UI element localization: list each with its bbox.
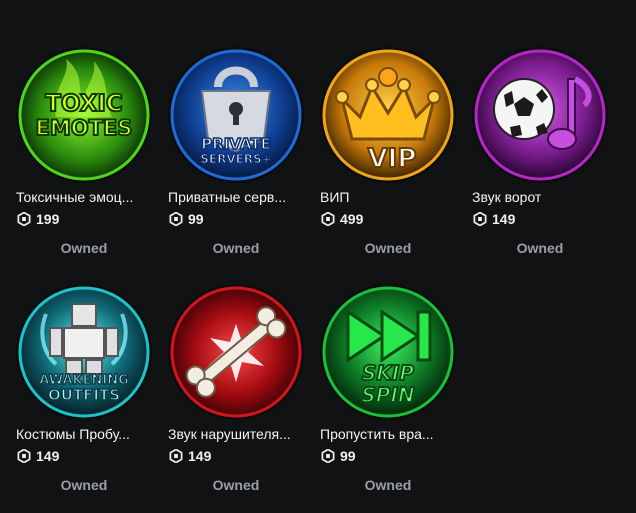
skip-spin-icon[interactable]: SKIP SPIN [320, 284, 456, 420]
price-value: 99 [188, 211, 204, 227]
gamepass-grid: TOXIC EMOTES Токсичные эмоц... 199 Owned [0, 0, 636, 513]
private-servers-icon-text-2: SERVERS+ [200, 152, 272, 166]
robux-icon [17, 212, 31, 226]
toxic-emotes-icon-text-2: EMOTES [36, 116, 133, 140]
price-value: 99 [340, 448, 356, 464]
foul-sound-bone-icon[interactable] [168, 284, 304, 420]
owned-status: Owned [364, 477, 412, 493]
gamepass-card-foul-sound[interactable]: Звук нарушителя... 149 Owned [168, 284, 310, 504]
gamepass-name[interactable]: Токсичные эмоц... [16, 189, 154, 205]
owned-status: Owned [212, 240, 260, 256]
price-row: 149 [17, 447, 59, 465]
price-value: 149 [492, 211, 516, 227]
price-row: 199 [17, 210, 59, 228]
owned-status: Owned [364, 240, 412, 256]
gamepass-card-goal-sound[interactable]: Звук ворот 149 Owned [472, 47, 614, 267]
robux-icon [17, 449, 31, 463]
robux-icon [169, 212, 183, 226]
price-row: 149 [169, 447, 211, 465]
private-servers-icon[interactable]: PRIVATE SERVERS+ [168, 47, 304, 183]
gamepass-name[interactable]: Костюмы Пробу... [16, 426, 154, 442]
price-row: 499 [321, 210, 363, 228]
skip-spin-icon-text-2: SPIN [361, 383, 415, 407]
robux-icon [473, 212, 487, 226]
price-value: 199 [36, 211, 60, 227]
skip-spin-icon-text-1: SKIP [362, 361, 414, 385]
toxic-emotes-icon-text-1: TOXIC [45, 91, 123, 117]
robux-icon [169, 449, 183, 463]
gamepass-card-skip-spin[interactable]: SKIP SPIN Пропустить вра... 99 Owned [320, 284, 462, 504]
gamepass-name[interactable]: Пропустить вра... [320, 426, 458, 442]
price-value: 499 [340, 211, 364, 227]
vip-crown-icon[interactable]: VIP [320, 47, 456, 183]
gamepass-name[interactable]: Приватные серв... [168, 189, 306, 205]
gamepass-card-toxic-emotes[interactable]: TOXIC EMOTES Токсичные эмоц... 199 Owned [16, 47, 158, 267]
goal-sound-icon[interactable] [472, 47, 608, 183]
gamepass-name[interactable]: Звук ворот [472, 189, 610, 205]
gamepass-name[interactable]: ВИП [320, 189, 458, 205]
awakening-outfits-icon[interactable]: AWAKENING OUTFITS [16, 284, 152, 420]
vip-icon-text: VIP [368, 144, 417, 174]
price-row: 99 [321, 447, 356, 465]
owned-status: Owned [60, 240, 108, 256]
private-servers-icon-text-1: PRIVATE [201, 135, 271, 153]
robux-icon [321, 449, 335, 463]
awakening-outfits-icon-text-2: OUTFITS [48, 386, 120, 404]
gamepass-card-vip[interactable]: VIP ВИП 499 Owned [320, 47, 462, 267]
toxic-emotes-icon[interactable]: TOXIC EMOTES [16, 47, 152, 183]
owned-status: Owned [212, 477, 260, 493]
owned-status: Owned [516, 240, 564, 256]
price-row: 149 [473, 210, 515, 228]
gamepass-name[interactable]: Звук нарушителя... [168, 426, 306, 442]
owned-status: Owned [60, 477, 108, 493]
price-row: 99 [169, 210, 204, 228]
robux-icon [321, 212, 335, 226]
price-value: 149 [188, 448, 212, 464]
price-value: 149 [36, 448, 60, 464]
gamepass-card-awakening-outfits[interactable]: AWAKENING OUTFITS Костюмы Пробу... 149 O… [16, 284, 158, 504]
gamepass-card-private-servers[interactable]: PRIVATE SERVERS+ Приватные серв... 99 Ow… [168, 47, 310, 267]
